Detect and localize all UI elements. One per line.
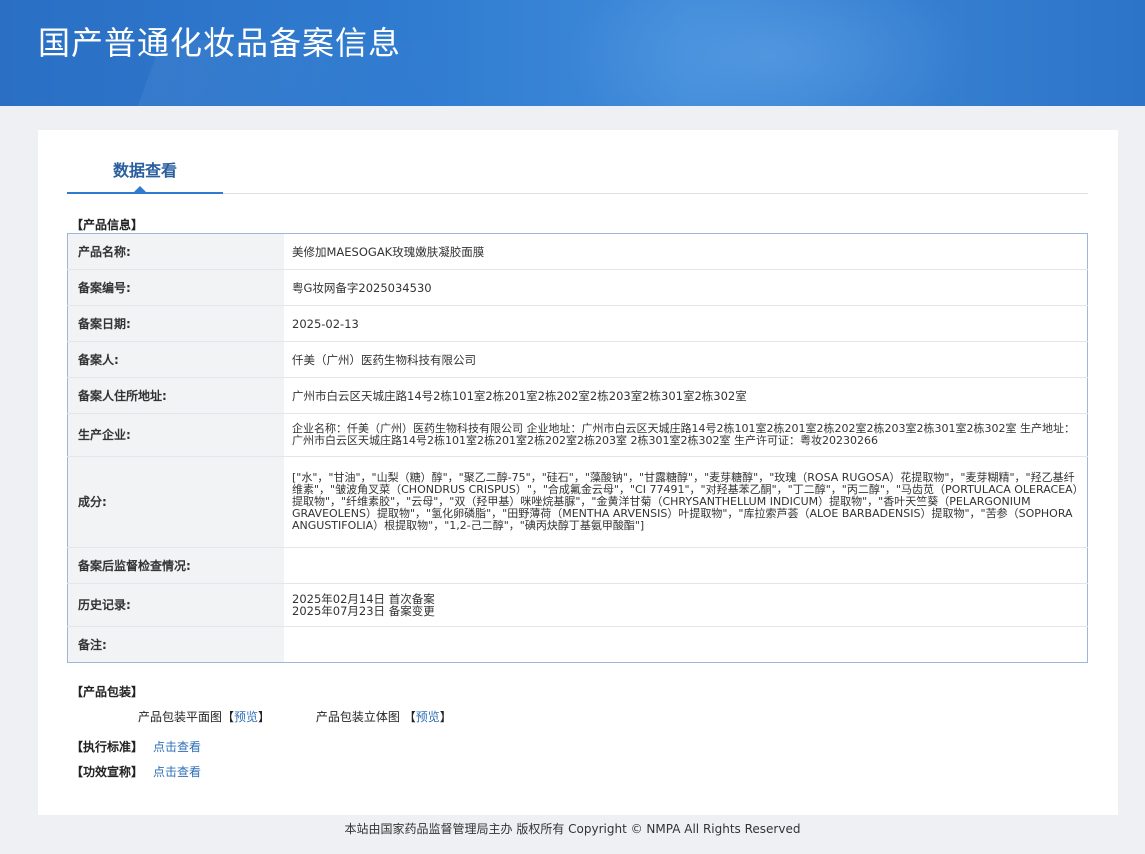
packaging-3d-preview-link[interactable]: 预览 — [416, 710, 440, 724]
row-value: 仟美（广州）医药生物科技有限公司 — [284, 341, 1088, 378]
banner-decoration — [560, 0, 980, 106]
table-row: 历史记录: 2025年02月14日 首次备案 2025年07月23日 备案变更 — [67, 583, 1088, 627]
row-value: 2025年02月14日 首次备案 2025年07月23日 备案变更 — [284, 583, 1088, 627]
row-label: 成分: — [67, 456, 284, 548]
table-row: 备注: — [67, 626, 1088, 663]
table-row: 成分: ["水"，"甘油"，"山梨（糖）醇"，"聚乙二醇-75"，"硅石"，"藻… — [67, 456, 1088, 548]
footer: 本站由国家药品监督管理局主办 版权所有 Copyright © NMPA All… — [344, 822, 801, 836]
row-value: 粤G妆网备字2025034530 — [284, 269, 1088, 306]
packaging-3d-item: 产品包装立体图 【预览】 — [315, 710, 452, 724]
header-banner: 国产普通化妆品备案信息 — [0, 0, 1145, 106]
row-value: 广州市白云区天城庄路14号2栋101室2栋201室2栋202室2栋203室2栋3… — [284, 377, 1088, 414]
efficacy-row: 【功效宣称】 点击查看 — [71, 763, 201, 780]
row-value: 2025-02-13 — [284, 305, 1088, 342]
packaging-flat-label: 产品包装平面图 — [138, 710, 223, 724]
history-entry: 2025年07月23日 备案变更 — [292, 604, 435, 618]
table-row: 备案后监督检查情况: — [67, 547, 1088, 584]
row-label: 备案人: — [67, 341, 284, 378]
product-info-table: 产品名称: 美修加MAESOGAK玫瑰嫩肤凝胶面膜 备案编号: 粤G妆网备字20… — [67, 233, 1088, 663]
row-label: 备案编号: — [67, 269, 284, 306]
table-row: 备案日期: 2025-02-13 — [67, 305, 1088, 342]
row-label: 生产企业: — [67, 413, 284, 457]
packaging-links: 产品包装平面图【预览】 产品包装立体图 【预览】 — [138, 708, 494, 725]
packaging-flat-item: 产品包装平面图【预览】 — [138, 710, 271, 724]
tab-caret-icon — [134, 186, 146, 192]
table-row: 备案编号: 粤G妆网备字2025034530 — [67, 269, 1088, 306]
row-value: 企业名称：仟美（广州）医药生物科技有限公司 企业地址：广州市白云区天城庄路14号… — [284, 413, 1088, 457]
row-label: 备案人住所地址: — [67, 377, 284, 414]
efficacy-label: 【功效宣称】 — [71, 765, 144, 779]
page-title: 国产普通化妆品备案信息 — [38, 24, 402, 62]
standard-row: 【执行标准】 点击查看 — [71, 738, 201, 755]
row-label: 历史记录: — [67, 583, 284, 627]
product-info-title: 【产品信息】 — [71, 218, 144, 232]
table-row: 备案人住所地址: 广州市白云区天城庄路14号2栋101室2栋201室2栋202室… — [67, 377, 1088, 414]
content-card: 数据查看 【产品信息】 产品名称: 美修加MAESOGAK玫瑰嫩肤凝胶面膜 备案… — [38, 130, 1118, 815]
efficacy-view-link[interactable]: 点击查看 — [153, 765, 201, 779]
row-label: 备注: — [67, 626, 284, 663]
standard-label: 【执行标准】 — [71, 740, 144, 754]
row-value — [284, 627, 1088, 663]
packaging-title: 【产品包装】 — [71, 685, 144, 699]
row-label: 备案日期: — [67, 305, 284, 342]
packaging-flat-preview-link[interactable]: 预览 — [234, 710, 258, 724]
row-value: ["水"，"甘油"，"山梨（糖）醇"，"聚乙二醇-75"，"硅石"，"藻酸钠"，… — [284, 456, 1088, 548]
tab-label: 数据查看 — [112, 161, 177, 180]
row-label: 备案后监督检查情况: — [67, 547, 284, 584]
table-row: 备案人: 仟美（广州）医药生物科技有限公司 — [67, 341, 1088, 378]
standard-view-link[interactable]: 点击查看 — [153, 740, 201, 754]
table-row: 生产企业: 企业名称：仟美（广州）医药生物科技有限公司 企业地址：广州市白云区天… — [67, 413, 1088, 457]
row-value: 美修加MAESOGAK玫瑰嫩肤凝胶面膜 — [284, 233, 1088, 270]
table-row: 产品名称: 美修加MAESOGAK玫瑰嫩肤凝胶面膜 — [67, 233, 1088, 270]
tab-data-view[interactable]: 数据查看 — [67, 130, 223, 194]
row-value — [284, 547, 1088, 584]
row-label: 产品名称: — [67, 233, 284, 270]
packaging-3d-label: 产品包装立体图 — [315, 710, 400, 724]
tab-bar: 数据查看 — [67, 130, 1088, 194]
